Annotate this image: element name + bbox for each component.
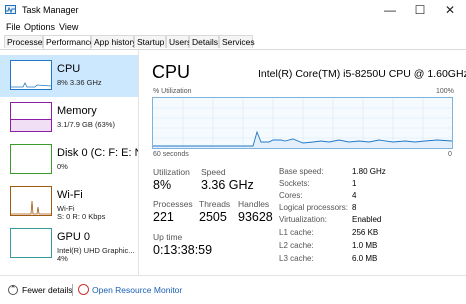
- menu-view[interactable]: View: [59, 22, 78, 32]
- graph-zero-label: 0: [448, 151, 452, 158]
- spec-value: 1: [352, 179, 357, 188]
- sidebar-item-gpu[interactable]: GPU 0 Intel(R) UHD Graphic... 4%: [0, 223, 138, 265]
- sidebar-item-detail: 8% 3.36 GHz: [57, 78, 102, 87]
- spec-value: 8: [352, 203, 357, 212]
- menu-file[interactable]: File: [6, 22, 21, 32]
- sidebar-item-title: Disk 0 (C: F: E: N: D: [57, 147, 138, 159]
- cpu-graph-thumbnail: [10, 60, 52, 90]
- cpu-utilization-graph: [152, 97, 453, 149]
- sidebar-item-wifi[interactable]: Wi-Fi Wi-Fi S: 0 R: 0 Kbps: [0, 181, 138, 223]
- tab-startup[interactable]: Startup: [134, 35, 166, 48]
- resource-monitor-icon[interactable]: [78, 284, 89, 295]
- maximize-button[interactable]: ☐: [405, 0, 435, 20]
- processes-value: 221: [153, 210, 174, 224]
- tab-app-history[interactable]: App history: [91, 35, 137, 48]
- spec-label: L3 cache:: [279, 254, 314, 263]
- threads-value: 2505: [199, 210, 227, 224]
- spec-value: Enabled: [352, 215, 382, 224]
- graph-max-label: 100%: [436, 88, 454, 95]
- uptime-label: Up time: [153, 232, 183, 242]
- menu-bar: File Options View: [0, 20, 466, 34]
- spec-value: 256 KB: [352, 228, 379, 237]
- task-manager-icon: [5, 5, 16, 14]
- sidebar-item-detail: 0%: [57, 162, 68, 171]
- uptime-value: 0:13:38:59: [153, 243, 213, 257]
- gpu-graph-thumbnail: [10, 228, 52, 258]
- spec-label: L1 cache:: [279, 228, 314, 237]
- sidebar-item-title: CPU: [57, 63, 81, 75]
- minimize-button[interactable]: —: [375, 0, 405, 20]
- utilization-label: Utilization: [153, 167, 190, 177]
- open-resource-monitor-link[interactable]: Open Resource Monitor: [92, 285, 182, 295]
- spec-label: Logical processors:: [279, 203, 348, 212]
- page-title: CPU: [152, 62, 191, 82]
- sidebar-item-title: Wi-Fi: [57, 189, 83, 201]
- spec-value: 4: [352, 191, 357, 200]
- tab-bar: Processes Performance App history Startu…: [0, 35, 466, 50]
- handles-value: 93628: [238, 210, 273, 224]
- sidebar-item-title: GPU 0: [57, 231, 91, 243]
- graph-axis-label: % Utilization: [153, 88, 192, 95]
- processes-label: Processes: [153, 199, 193, 209]
- threads-label: Threads: [199, 199, 231, 209]
- tab-details[interactable]: Details: [189, 35, 219, 48]
- speed-value: 3.36 GHz: [201, 178, 254, 192]
- sidebar-item-detail: Intel(R) UHD Graphic...: [57, 246, 135, 255]
- sidebar-item-memory[interactable]: Memory 3.1/7.9 GB (63%): [0, 97, 138, 139]
- fewer-details-link[interactable]: Fewer details: [22, 285, 73, 295]
- tab-processes[interactable]: Processes: [4, 35, 47, 48]
- spec-value: 1.80 GHz: [352, 167, 386, 176]
- handles-label: Handles: [238, 199, 270, 209]
- menu-options[interactable]: Options: [24, 22, 55, 32]
- tab-services[interactable]: Services: [219, 35, 255, 48]
- utilization-value: 8%: [153, 178, 172, 192]
- sidebar-item-throughput: S: 0 R: 0 Kbps: [57, 212, 106, 221]
- spec-label: Virtualization:: [279, 215, 327, 224]
- footer-divider: [72, 284, 73, 296]
- spec-value: 6.0 MB: [352, 254, 378, 263]
- sidebar-item-disk[interactable]: Disk 0 (C: F: E: N: D 0%: [0, 139, 138, 181]
- resource-sidebar: CPU 8% 3.36 GHz Memory 3.1/7.9 GB (63%) …: [0, 50, 139, 275]
- sidebar-item-title: Memory: [57, 105, 97, 117]
- cpu-model-name: Intel(R) Core(TM) i5-8250U CPU @ 1.60GHz: [258, 68, 466, 80]
- tab-users[interactable]: Users: [166, 35, 191, 48]
- memory-graph-thumbnail: [10, 102, 52, 132]
- chevron-up-icon[interactable]: ⌃: [8, 285, 18, 295]
- spec-value: 1.0 MB: [352, 241, 378, 250]
- spec-label: Sockets:: [279, 179, 310, 188]
- graph-time-label: 60 seconds: [153, 151, 189, 158]
- sidebar-item-usage: 4%: [57, 254, 68, 263]
- wifi-graph-thumbnail: [10, 186, 52, 216]
- disk-graph-thumbnail: [10, 144, 52, 174]
- close-button[interactable]: ✕: [435, 0, 465, 20]
- spec-label: Cores:: [279, 191, 303, 200]
- tab-performance[interactable]: Performance: [43, 35, 95, 49]
- title-bar: Task Manager — ☐ ✕: [0, 0, 466, 20]
- footer-bar: ⌃ Fewer details Open Resource Monitor: [0, 275, 466, 304]
- sidebar-item-detail: 3.1/7.9 GB (63%): [57, 120, 115, 129]
- speed-label: Speed: [201, 167, 226, 177]
- spec-label: L2 cache:: [279, 241, 314, 250]
- sidebar-item-cpu[interactable]: CPU 8% 3.36 GHz: [0, 55, 138, 97]
- window-title: Task Manager: [22, 5, 79, 15]
- spec-label: Base speed:: [279, 167, 324, 176]
